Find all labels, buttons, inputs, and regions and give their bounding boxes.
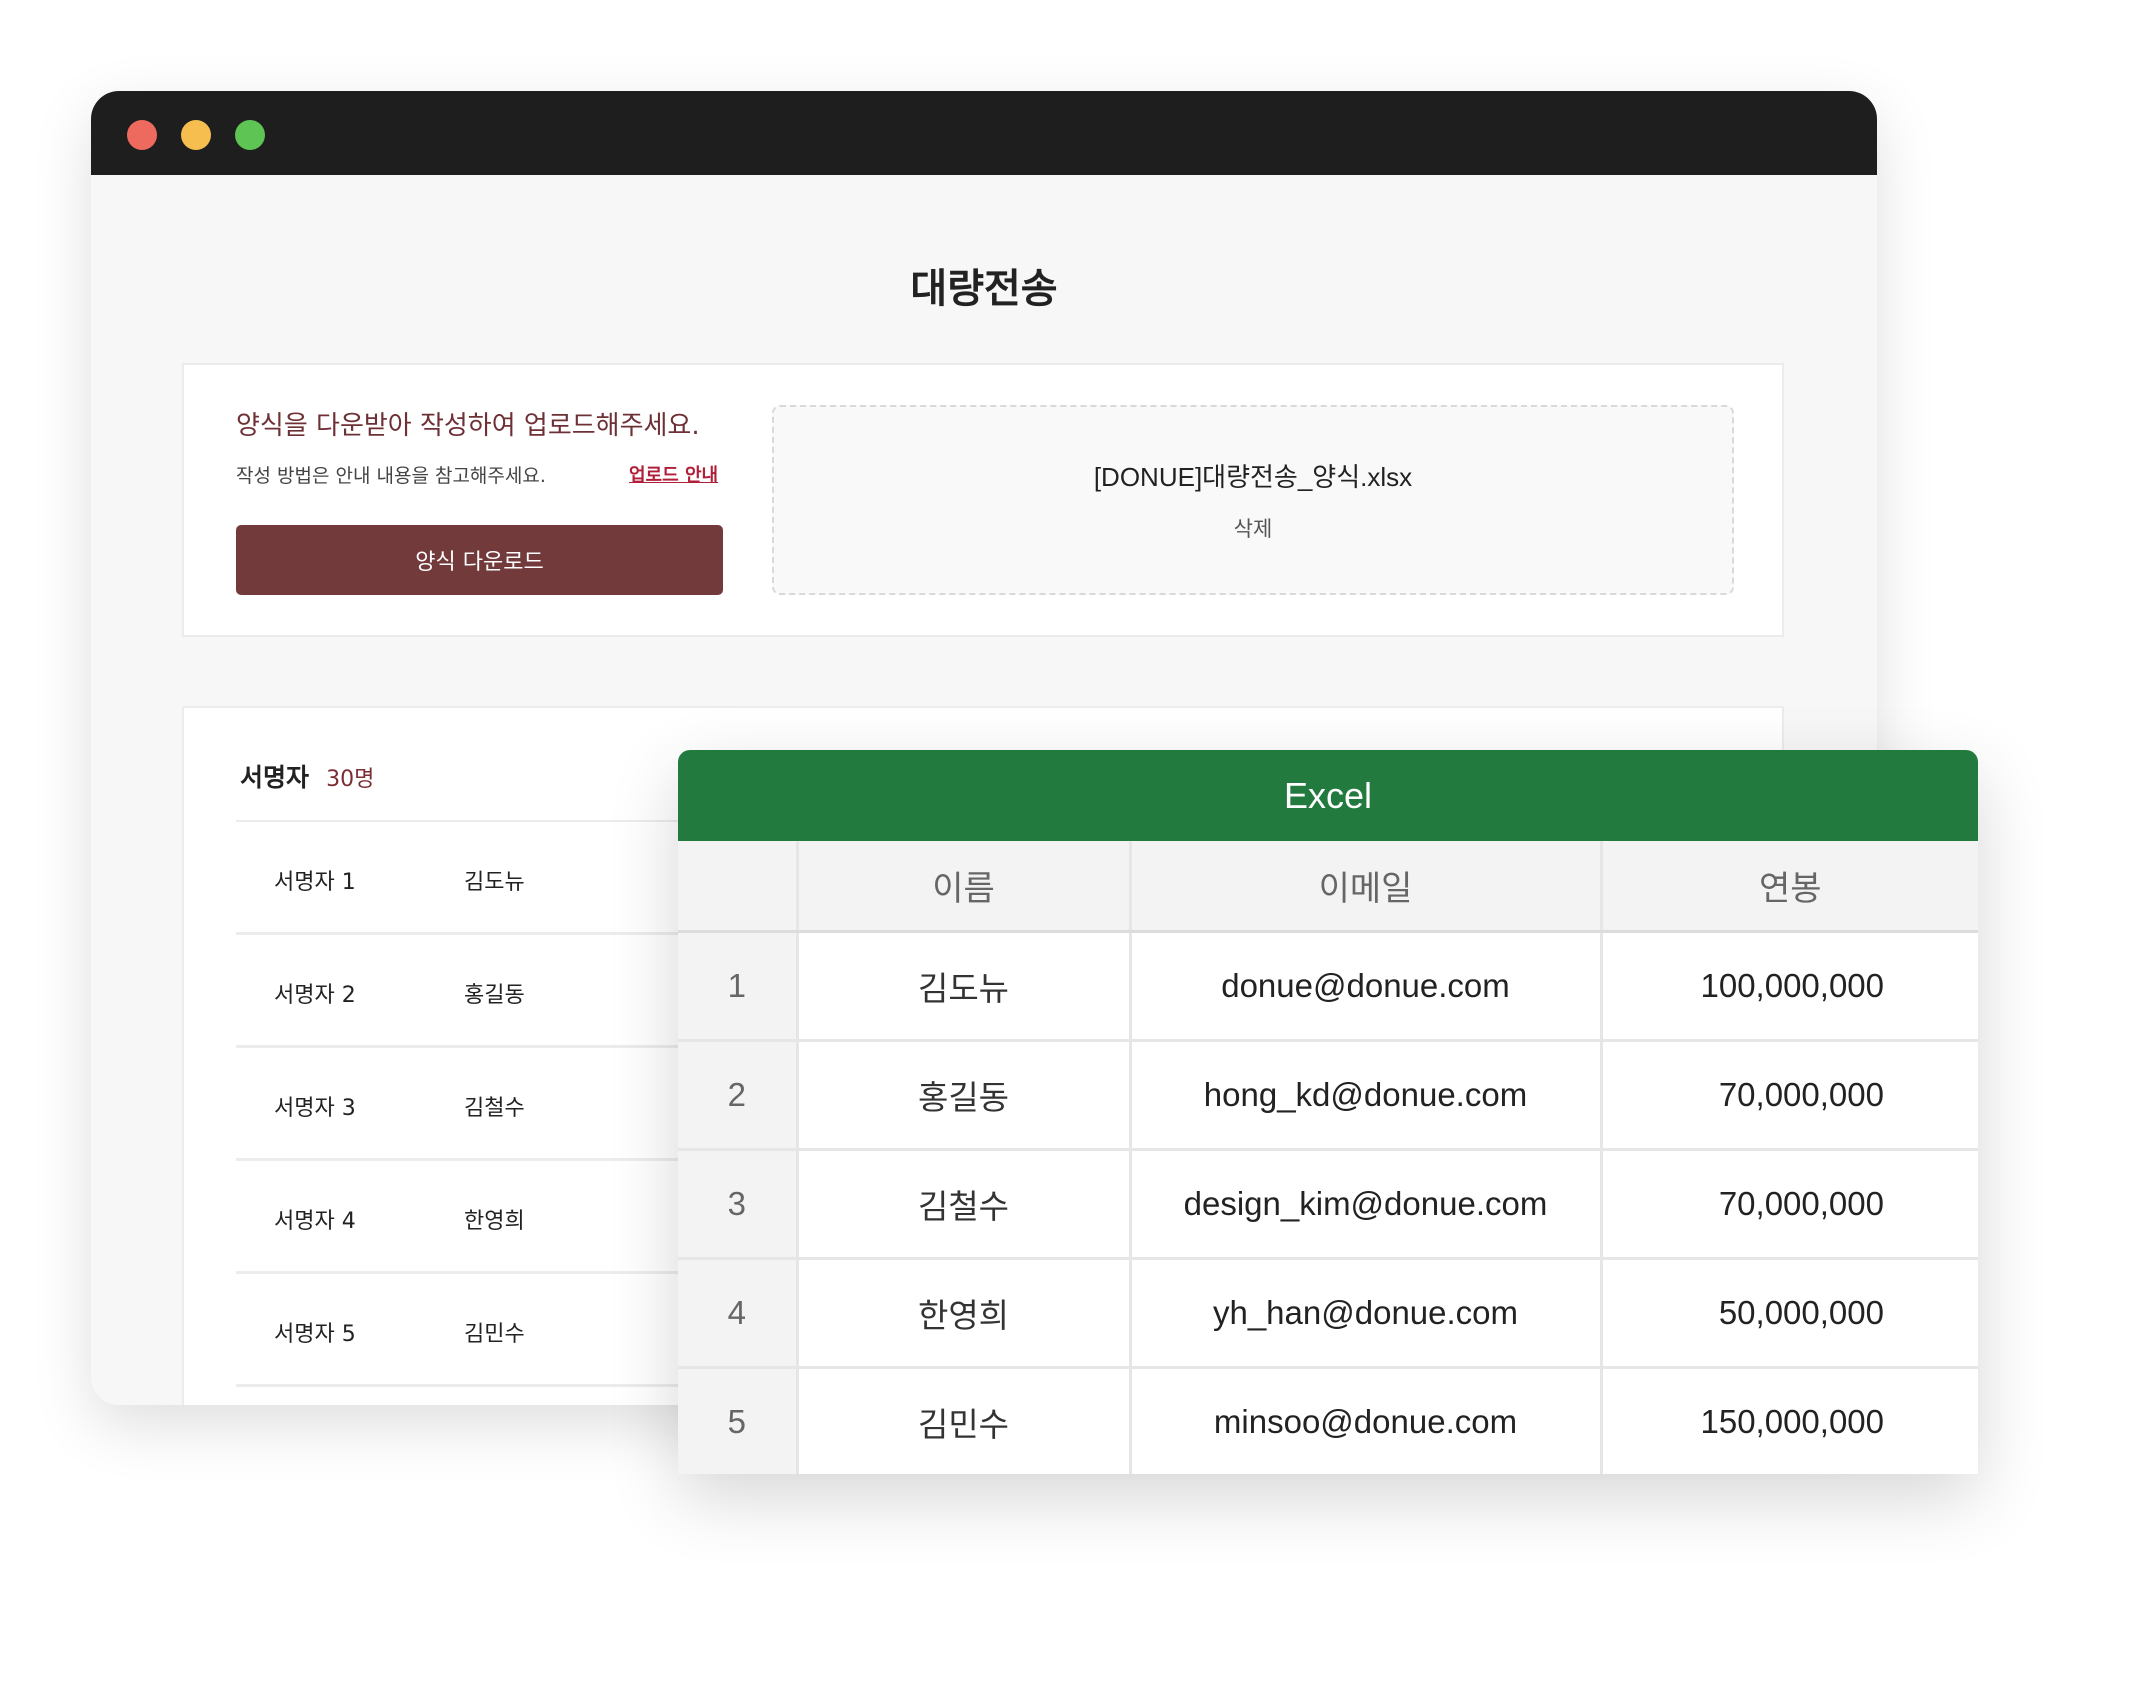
signer-name: 홍길동 <box>464 983 525 1008</box>
signer-label: 서명자 5 <box>274 1322 356 1347</box>
excel-name-cell[interactable]: 한영희 <box>797 1258 1132 1369</box>
excel-row: 4 한영희 yh_han@donue.com 50,000,000 <box>678 1258 1978 1369</box>
excel-email-cell[interactable]: yh_han@donue.com <box>1130 1258 1603 1369</box>
excel-name-cell[interactable]: 김도뉴 <box>797 931 1132 1042</box>
excel-title: Excel <box>678 750 1978 841</box>
signer-name: 한영희 <box>464 1209 525 1234</box>
close-window-icon[interactable] <box>127 120 157 150</box>
signer-label: 서명자 4 <box>274 1209 356 1234</box>
excel-column-header[interactable]: 이메일 <box>1130 841 1603 933</box>
upload-subtext: 작성 방법은 안내 내용을 참고해주세요. <box>236 465 546 487</box>
excel-salary-cell[interactable]: 70,000,000 <box>1601 1149 1978 1260</box>
excel-row: 1 김도뉴 donue@donue.com 100,000,000 <box>678 931 1978 1042</box>
excel-salary-cell[interactable]: 70,000,000 <box>1601 1040 1978 1151</box>
signers-header: 서명자 30명 <box>240 758 374 794</box>
minimize-window-icon[interactable] <box>181 120 211 150</box>
excel-salary-cell[interactable]: 100,000,000 <box>1601 931 1978 1042</box>
excel-row-number[interactable]: 5 <box>678 1367 799 1474</box>
excel-row: 5 김민수 minsoo@donue.com 150,000,000 <box>678 1367 1978 1475</box>
upload-headline: 양식을 다운받아 작성하여 업로드해주세요. <box>236 411 700 441</box>
excel-preview-panel: Excel 이름 이메일 연봉 1 김도뉴 donue@donue.com 10… <box>678 750 1978 1474</box>
excel-row: 2 홍길동 hong_kd@donue.com 70,000,000 <box>678 1040 1978 1151</box>
excel-row-number[interactable]: 2 <box>678 1040 799 1151</box>
excel-row-number[interactable]: 3 <box>678 1149 799 1260</box>
maximize-window-icon[interactable] <box>235 120 265 150</box>
excel-salary-cell[interactable]: 50,000,000 <box>1601 1258 1978 1369</box>
upload-card: 양식을 다운받아 작성하여 업로드해주세요. 작성 방법은 안내 내용을 참고해… <box>182 363 1784 637</box>
signer-name: 김민수 <box>464 1322 525 1347</box>
excel-email-cell[interactable]: hong_kd@donue.com <box>1130 1040 1603 1151</box>
excel-corner-cell[interactable] <box>678 841 799 933</box>
window-titlebar <box>91 91 1877 175</box>
excel-column-header[interactable]: 연봉 <box>1601 841 1978 933</box>
excel-table: 이름 이메일 연봉 1 김도뉴 donue@donue.com 100,000,… <box>678 841 1978 1474</box>
signer-label: 서명자 3 <box>274 1096 356 1121</box>
excel-email-cell[interactable]: minsoo@donue.com <box>1130 1367 1603 1474</box>
signer-name: 김도뉴 <box>464 870 525 895</box>
excel-name-cell[interactable]: 김철수 <box>797 1149 1132 1260</box>
signer-label: 서명자 1 <box>274 870 356 895</box>
uploaded-file-name: [DONUE]대량전송_양식.xlsx <box>1093 462 1413 492</box>
signer-name: 김철수 <box>464 1096 525 1121</box>
signers-count: 30명 <box>326 767 375 792</box>
signers-title: 서명자 <box>240 763 310 792</box>
excel-row: 3 김철수 design_kim@donue.com 70,000,000 <box>678 1149 1978 1260</box>
excel-name-cell[interactable]: 홍길동 <box>797 1040 1132 1151</box>
excel-salary-cell[interactable]: 150,000,000 <box>1601 1368 1978 1475</box>
page-title: 대량전송 <box>910 266 1058 312</box>
excel-email-cell[interactable]: design_kim@donue.com <box>1130 1149 1603 1260</box>
upload-guide-link[interactable]: 업로드 안내 <box>629 461 718 487</box>
file-dropzone[interactable]: [DONUE]대량전송_양식.xlsx 삭제 <box>772 405 1734 595</box>
delete-file-button[interactable]: 삭제 <box>774 513 1732 543</box>
excel-name-cell[interactable]: 김민수 <box>797 1367 1132 1474</box>
excel-email-cell[interactable]: donue@donue.com <box>1130 931 1603 1042</box>
excel-column-header[interactable]: 이름 <box>797 841 1132 933</box>
excel-row-number[interactable]: 4 <box>678 1258 799 1369</box>
signer-label: 서명자 2 <box>274 983 356 1008</box>
excel-header-row: 이름 이메일 연봉 <box>678 841 1978 933</box>
template-download-button[interactable]: 양식 다운로드 <box>236 525 723 595</box>
excel-row-number[interactable]: 1 <box>678 931 799 1042</box>
